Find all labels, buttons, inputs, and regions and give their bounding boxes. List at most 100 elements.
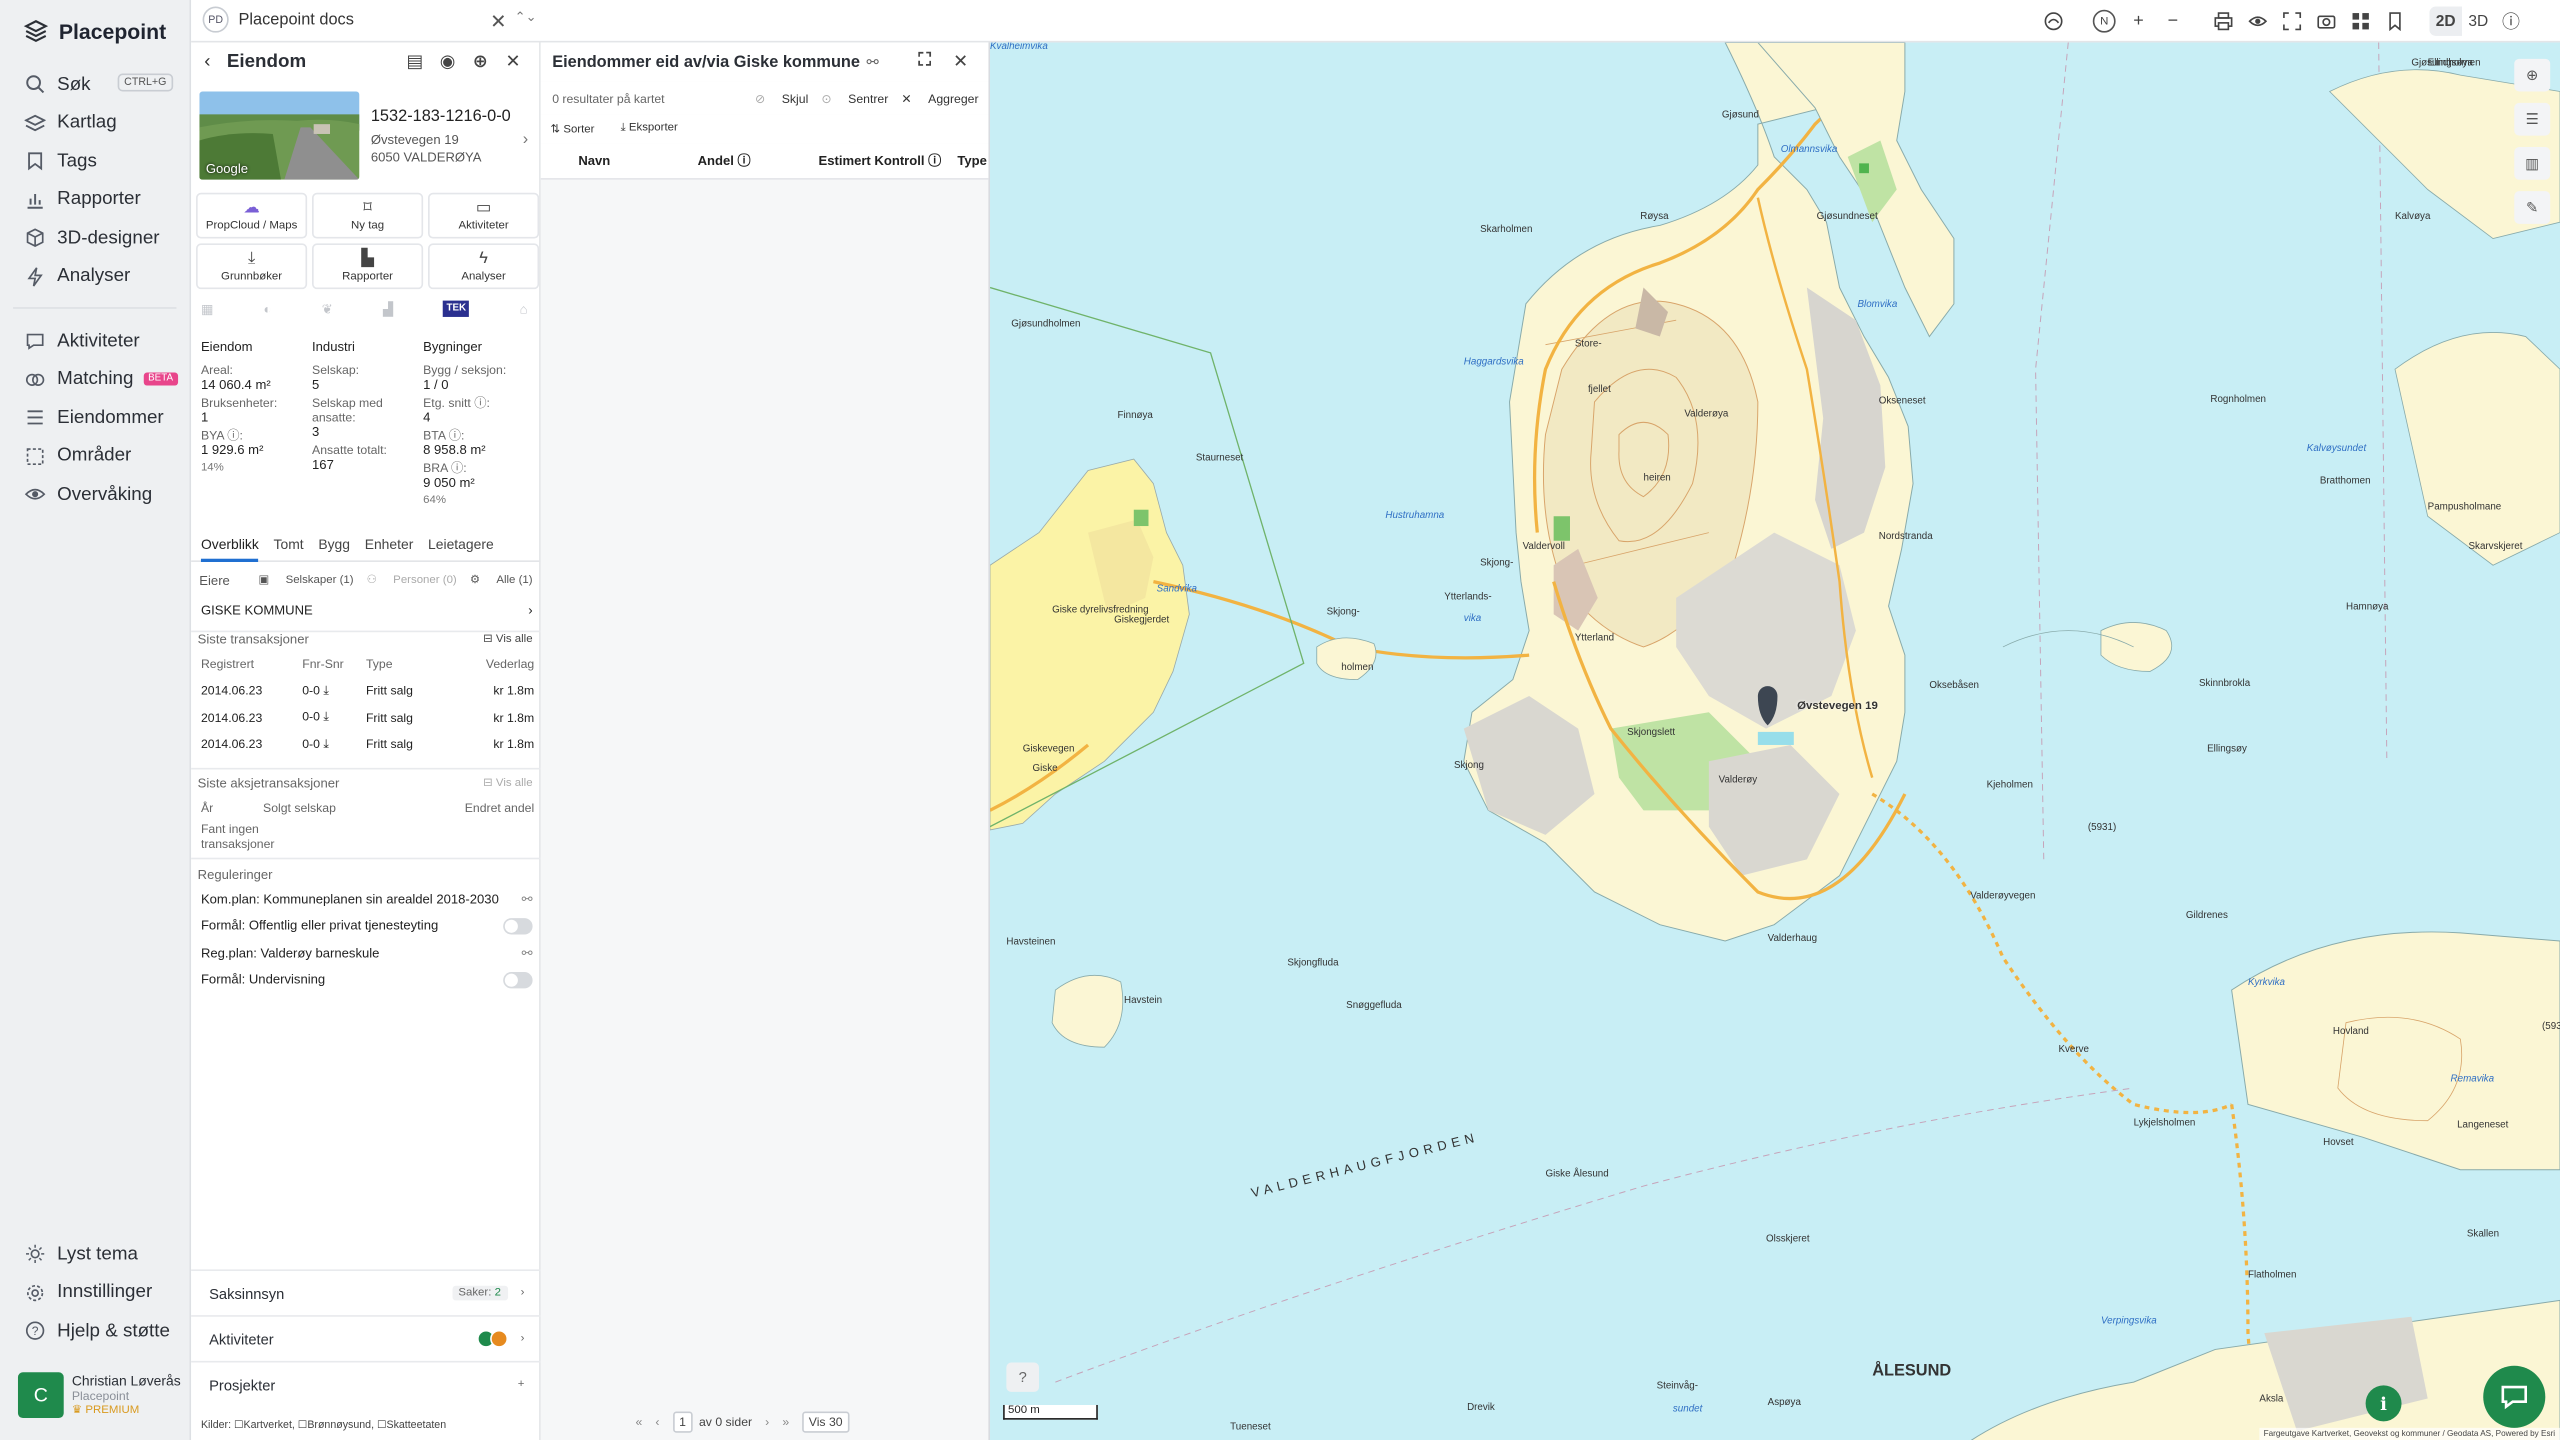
brand[interactable]: Placepoint [0, 0, 190, 62]
info-icon[interactable]: ⓘ [2495, 7, 2528, 36]
nav-tags[interactable]: Tags [0, 142, 190, 180]
map-layers-icon[interactable]: ⊕ [2514, 58, 2551, 92]
sort-button[interactable]: ⇅ Sorter [551, 123, 608, 135]
street-view-photo[interactable]: Google [199, 91, 360, 180]
close-icon[interactable]: ✕ [943, 51, 979, 72]
map-chart-icon[interactable]: ▥ [2514, 147, 2551, 180]
tab-leietagere[interactable]: Leietagere [428, 536, 494, 562]
nav-eiendommer[interactable]: Eiendommer [0, 399, 190, 437]
close-icon[interactable]: ✕ [490, 10, 506, 33]
aktiviteter-row[interactable]: Aktiviteter › [191, 1315, 541, 1361]
aggregate-button[interactable]: ✕ Aggreger [901, 91, 978, 106]
tab-tomt[interactable]: Tomt [274, 536, 304, 562]
chat-button[interactable] [2483, 1365, 2546, 1428]
filter-persons[interactable]: ⚇ Personer (0) [367, 573, 457, 586]
nav-omrader[interactable]: Områder [0, 437, 190, 475]
center-button[interactable]: ⊙ Sentrer [821, 91, 888, 106]
nav-settings[interactable]: Innstillinger [0, 1273, 191, 1311]
nav-aktiviteter[interactable]: Aktiviteter [0, 322, 190, 360]
saksinnsyn-row[interactable]: Saksinnsyn Saker: 2 › [191, 1269, 541, 1315]
tek-badge[interactable]: TEK [443, 300, 470, 317]
view-mode-toggle[interactable]: 2D 3D [2429, 6, 2495, 36]
bookmark-icon[interactable] [2379, 7, 2412, 36]
nav-rapporter[interactable]: Rapporter [0, 181, 190, 219]
nav-theme[interactable]: Lyst tema [0, 1235, 191, 1273]
tab-overblikk[interactable]: Overblikk [200, 536, 259, 562]
nav-overvaking[interactable]: Overvåking [0, 475, 190, 513]
view-3d-button[interactable]: 3D [2462, 7, 2495, 36]
tab-bygg[interactable]: Bygg [318, 536, 350, 562]
col-header[interactable]: Navn [578, 154, 610, 169]
view-all-link[interactable]: ⊟ Vis alle [483, 632, 532, 645]
add-icon[interactable]: + [518, 1379, 525, 1390]
view-all-link[interactable]: ⊟ Vis alle [483, 776, 532, 789]
map-draw-icon[interactable]: ✎ [2514, 191, 2551, 224]
filter-companies[interactable]: ▣ Selskaper (1) [259, 573, 354, 586]
table-row[interactable]: 2014.06.23 0-0 ⤓ Fritt salg kr 1.8m [198, 704, 534, 731]
last-page-icon[interactable]: » [782, 1415, 789, 1430]
map-help-icon[interactable]: ? [1006, 1362, 1040, 1392]
table-row[interactable]: 2014.06.23 0-0 ⤓ Fritt salg kr 1.8m [198, 731, 534, 758]
zoom-in-icon[interactable]: + [2122, 7, 2155, 36]
page-input[interactable]: 1 [672, 1411, 693, 1433]
user-card[interactable]: C Christian Løverås Placepoint ♛ PREMIUM [17, 1372, 181, 1424]
compass-button[interactable]: N [2088, 7, 2121, 36]
land-register-button[interactable]: ⤓ Grunnbøker [196, 243, 308, 290]
nav-search[interactable]: Søk CTRL+G [0, 65, 190, 103]
house-source-icon[interactable]: ⌂ [520, 301, 528, 316]
target-icon[interactable]: ⊕ [464, 51, 497, 72]
layers-toggle-icon[interactable] [2037, 7, 2070, 36]
id-card-icon[interactable]: ▤ [399, 51, 432, 72]
regulation-row[interactable]: Kom.plan: Kommuneplanen sin arealdel 201… [198, 885, 533, 912]
view-2d-button[interactable]: 2D [2429, 6, 2462, 36]
chevron-updown-icon[interactable]: ⌃⌄ [515, 10, 537, 25]
building-source-icon[interactable]: ▟ [383, 301, 393, 316]
print-icon[interactable] [2207, 7, 2240, 36]
nav-analyser[interactable]: Analyser [0, 257, 190, 295]
prosjekter-row[interactable]: Prosjekter + [191, 1360, 541, 1407]
export-button[interactable]: ⤓ Eksporter [621, 123, 691, 136]
grid-icon[interactable] [2344, 7, 2377, 36]
link-icon[interactable]: ⚯ [522, 892, 533, 907]
hide-button[interactable]: ⊘ Skjul [755, 91, 808, 106]
back-icon[interactable]: ‹ [204, 52, 210, 72]
regulation-row[interactable]: Reg.plan: Valderøy barneskule ⚯ [198, 939, 533, 966]
zoom-out-icon[interactable]: − [2156, 7, 2189, 36]
first-page-icon[interactable]: « [636, 1415, 643, 1430]
eye-icon[interactable]: ◉ [431, 51, 464, 72]
nav-matching[interactable]: Matching BETA [0, 360, 190, 398]
map-legend-icon[interactable]: ☰ [2514, 102, 2551, 136]
purpose-toggle[interactable] [503, 971, 533, 988]
regulation-row[interactable]: Formål: Offentlig eller privat tjenestey… [198, 912, 533, 939]
purpose-toggle[interactable] [503, 917, 533, 935]
reports-button[interactable]: ▙ Rapporter [312, 243, 424, 290]
globe-source-icon[interactable]: ◐ [264, 301, 272, 316]
owner-row[interactable]: GISKE KOMMUNE › [199, 598, 533, 621]
link-icon[interactable]: ⚯ [867, 53, 879, 71]
next-page-icon[interactable]: › [765, 1415, 769, 1430]
plant-source-icon[interactable]: ❦ [322, 301, 333, 316]
visibility-icon[interactable] [2241, 7, 2274, 36]
col-header[interactable]: Type [957, 154, 987, 169]
table-row[interactable]: 2014.06.23 0-0 ⤓ Fritt salg kr 1.8m [198, 677, 534, 704]
camera-icon[interactable] [2310, 7, 2343, 36]
tab-enheter[interactable]: Enheter [365, 536, 414, 562]
filter-all[interactable]: ⚙ Alle (1) [470, 573, 533, 586]
fullscreen-icon[interactable] [2276, 7, 2309, 36]
nav-kartlag[interactable]: Kartlag [0, 104, 190, 142]
regulation-row[interactable]: Formål: Undervisning [198, 966, 533, 993]
docs-selector[interactable]: PD Placepoint docs [202, 6, 354, 33]
col-header[interactable]: Andel ⓘ [698, 152, 751, 170]
map-canvas[interactable]: Øvstevegen 19 Gjøsundholmen Gjøsund Olmann… [990, 42, 2560, 1440]
col-header[interactable]: Estimert Kontroll ⓘ [818, 152, 941, 170]
nav-help[interactable]: ? Hjelp & støtte [0, 1312, 191, 1350]
info-button[interactable]: i [2365, 1385, 2402, 1422]
prev-page-icon[interactable]: ‹ [655, 1415, 659, 1430]
page-size-select[interactable]: Vis 30 [802, 1411, 850, 1433]
expand-icon[interactable]: ⛶ [907, 51, 943, 72]
propcloud-button[interactable]: ☁ PropCloud / Maps [196, 192, 308, 239]
chevron-right-icon[interactable]: › [523, 131, 528, 149]
new-tag-button[interactable]: ⌑ Ny tag [312, 192, 424, 239]
nav-3d-designer[interactable]: 3D-designer [0, 219, 190, 257]
close-icon[interactable]: ✕ [497, 51, 530, 72]
